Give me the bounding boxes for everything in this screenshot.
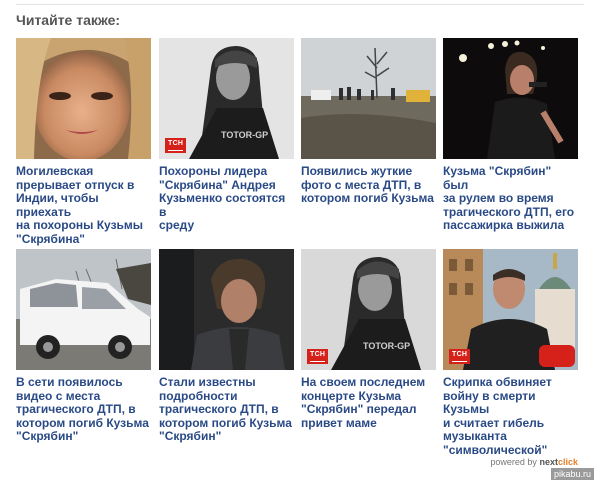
musician-dark-portrait-image xyxy=(159,249,294,370)
top-divider xyxy=(16,4,584,5)
article-card[interactable]: TOTOR-GP ТСН На своем последнем концерте… xyxy=(301,249,436,430)
article-thumbnail[interactable]: TOTOR-GP ТСН xyxy=(159,38,294,159)
crash-scene-image xyxy=(301,38,436,159)
article-card[interactable]: TOTOR-GP ТСН Похороны лидера "Скрябина" … xyxy=(159,38,294,233)
article-title-link[interactable]: На своем последнем концерте Кузьма "Скря… xyxy=(301,375,436,430)
article-thumbnail[interactable] xyxy=(159,249,294,370)
wrecked-suv-image xyxy=(16,249,151,370)
article-card[interactable]: Стали известны подробности трагического … xyxy=(159,249,294,444)
article-title-link[interactable]: Похороны лидера "Скрябина" Андрея Кузьме… xyxy=(159,164,294,233)
article-title-link[interactable]: Стали известны подробности трагического … xyxy=(159,375,294,444)
article-title-link[interactable]: Скрипка обвиняет войну в смерти Кузьмы и… xyxy=(443,375,578,457)
article-card[interactable]: Появились жуткие фото с места ДТП, в кот… xyxy=(301,38,436,206)
powered-by-label: powered by xyxy=(490,457,537,467)
svg-text:TOTOR-GP: TOTOR-GP xyxy=(221,130,268,140)
article-thumbnail[interactable]: TOTOR-GP ТСН xyxy=(301,249,436,370)
article-card[interactable]: В сети появилось видео с места трагическ… xyxy=(16,249,151,444)
article-thumbnail[interactable] xyxy=(301,38,436,159)
singer-stage-image xyxy=(443,38,578,159)
article-title-link[interactable]: Могилевская прерывает отпуск в Индии, чт… xyxy=(16,164,151,246)
woman-portrait-image xyxy=(16,38,151,159)
article-thumbnail[interactable] xyxy=(16,38,151,159)
article-card[interactable]: Могилевская прерывает отпуск в Индии, чт… xyxy=(16,38,151,246)
tsn-badge: ТСН xyxy=(165,138,187,153)
tsn-badge: ТСН xyxy=(449,349,471,364)
tsn-badge: ТСН xyxy=(307,349,329,364)
article-thumbnail[interactable] xyxy=(443,38,578,159)
nextclick-logo-part2: click xyxy=(557,457,578,467)
article-card[interactable]: Кузьма "Скрябин" был за рулем во время т… xyxy=(443,38,578,233)
article-title-link[interactable]: Кузьма "Скрябин" был за рулем во время т… xyxy=(443,164,578,233)
site-watermark: pikabu.ru xyxy=(550,468,594,480)
article-title-link[interactable]: Появились жуткие фото с места ДТП, в кот… xyxy=(301,164,436,206)
section-heading: Читайте также: xyxy=(16,12,121,28)
article-card[interactable]: ТСН Скрипка обвиняет войну в смерти Кузь… xyxy=(443,249,578,457)
article-thumbnail[interactable]: ТСН xyxy=(443,249,578,370)
nextclick-logo-part1: next xyxy=(539,457,558,467)
svg-text:TOTOR-GP: TOTOR-GP xyxy=(363,341,410,351)
article-thumbnail[interactable] xyxy=(16,249,151,370)
powered-by-nextclick[interactable]: powered by nextclick xyxy=(490,457,578,467)
article-title-link[interactable]: В сети появилось видео с места трагическ… xyxy=(16,375,151,444)
